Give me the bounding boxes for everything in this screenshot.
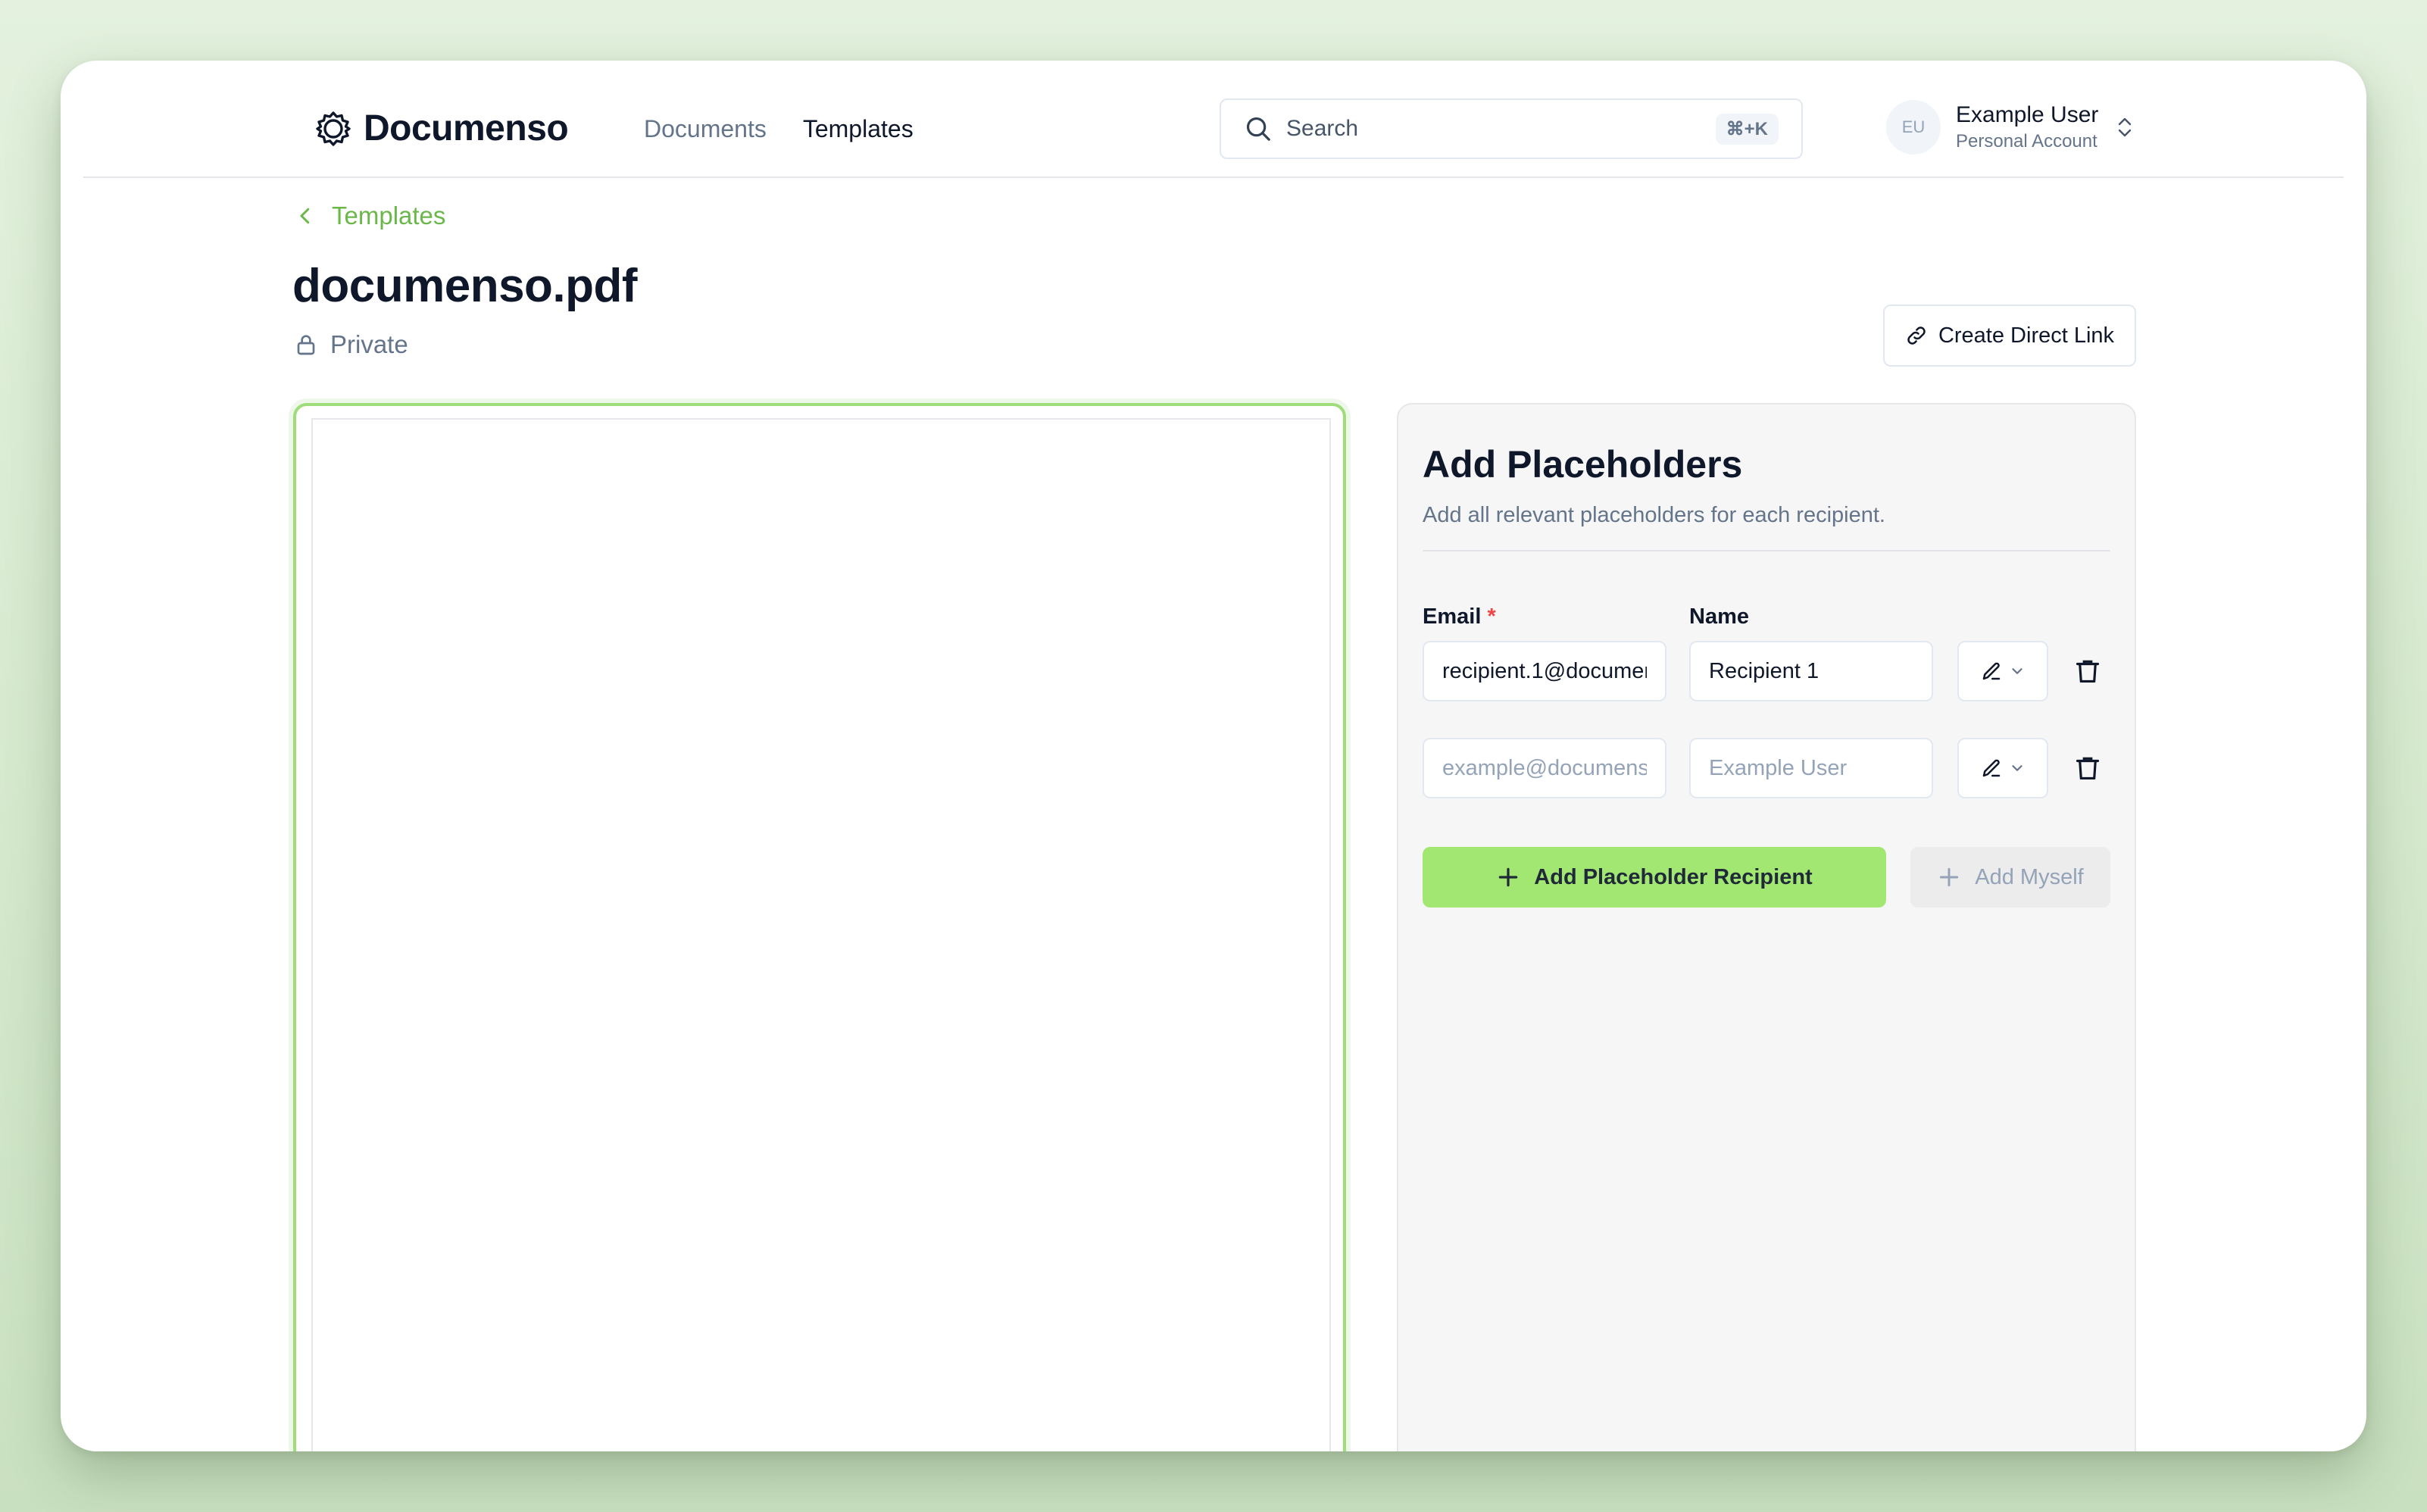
recipient-1-name-field[interactable] [1689, 641, 1933, 701]
app-logo[interactable]: Documenso [315, 108, 569, 149]
recipient-2-email-field[interactable] [1423, 738, 1666, 798]
add-placeholder-recipient-label: Add Placeholder Recipient [1534, 864, 1813, 889]
recipient-1-email-field[interactable] [1423, 641, 1666, 701]
recipient-2-role-select[interactable] [1957, 738, 2048, 798]
panel-subtitle: Add all relevant placeholders for each r… [1423, 503, 1885, 527]
pen-icon [1982, 662, 2001, 680]
search-shortcut: ⌘+K [1715, 113, 1779, 145]
user-menu[interactable]: EU Example User Personal Account [1886, 100, 2135, 155]
nav-documents[interactable]: Documents [644, 115, 767, 143]
main-nav: Documents Templates [644, 115, 914, 143]
add-placeholder-recipient-button[interactable]: Add Placeholder Recipient [1423, 847, 1886, 908]
chevron-left-icon [300, 208, 310, 224]
create-direct-link-label: Create Direct Link [1938, 323, 2115, 348]
user-info: Example User Personal Account [1956, 102, 2098, 152]
recipient-1-remove-button[interactable] [2065, 641, 2110, 701]
search-icon [1246, 117, 1270, 141]
chevron-down-icon [2012, 765, 2022, 771]
search-box[interactable]: Search ⌘+K [1220, 98, 1803, 159]
plus-icon [1940, 867, 1959, 887]
top-header: Documenso Documents Templates Search ⌘+K… [83, 61, 2344, 178]
breadcrumb-templates: Templates [332, 201, 446, 230]
visibility-status: Private [294, 330, 408, 359]
app-name: Documenso [364, 108, 569, 148]
name-label: Name [1689, 604, 1749, 629]
panel-divider [1423, 550, 2110, 551]
visibility-label: Private [330, 330, 408, 358]
recipient-2-name-field[interactable] [1689, 738, 1933, 798]
add-myself-button[interactable]: Add Myself [1910, 847, 2110, 908]
nav-templates[interactable]: Templates [803, 115, 914, 143]
link-icon [1907, 326, 1926, 345]
user-name: Example User [1956, 102, 2099, 127]
app-window: Documenso Documents Templates Search ⌘+K… [61, 61, 2366, 1451]
search-label: Search [1286, 116, 1359, 141]
required-mark: * [1487, 604, 1496, 629]
email-label: Email * [1423, 604, 1496, 629]
document-viewer[interactable] [293, 403, 1346, 1451]
lock-icon [297, 335, 315, 355]
placeholders-panel: Add Placeholders Add all relevant placeh… [1397, 403, 2136, 1451]
breadcrumb[interactable]: Templates [294, 201, 445, 230]
user-account: Personal Account [1956, 131, 2097, 152]
trash-icon [2076, 660, 2100, 683]
document-page[interactable] [311, 418, 1331, 1451]
recipient-2-remove-button[interactable] [2065, 738, 2110, 798]
page-title: documenso.pdf [292, 260, 638, 312]
chevron-up-down-icon [2119, 117, 2132, 137]
email-label-text: Email [1423, 604, 1482, 629]
recipient-1-role-select[interactable] [1957, 641, 2048, 701]
documenso-logo-icon [316, 111, 351, 146]
chevron-down-icon [2012, 668, 2022, 674]
panel-title: Add Placeholders [1423, 443, 1743, 486]
plus-icon [1499, 867, 1518, 887]
create-direct-link-button[interactable]: Create Direct Link [1883, 305, 2136, 367]
add-myself-label: Add Myself [1975, 864, 2084, 889]
trash-icon [2076, 757, 2100, 780]
pen-icon [1982, 759, 2001, 777]
avatar: EU [1886, 100, 1941, 155]
